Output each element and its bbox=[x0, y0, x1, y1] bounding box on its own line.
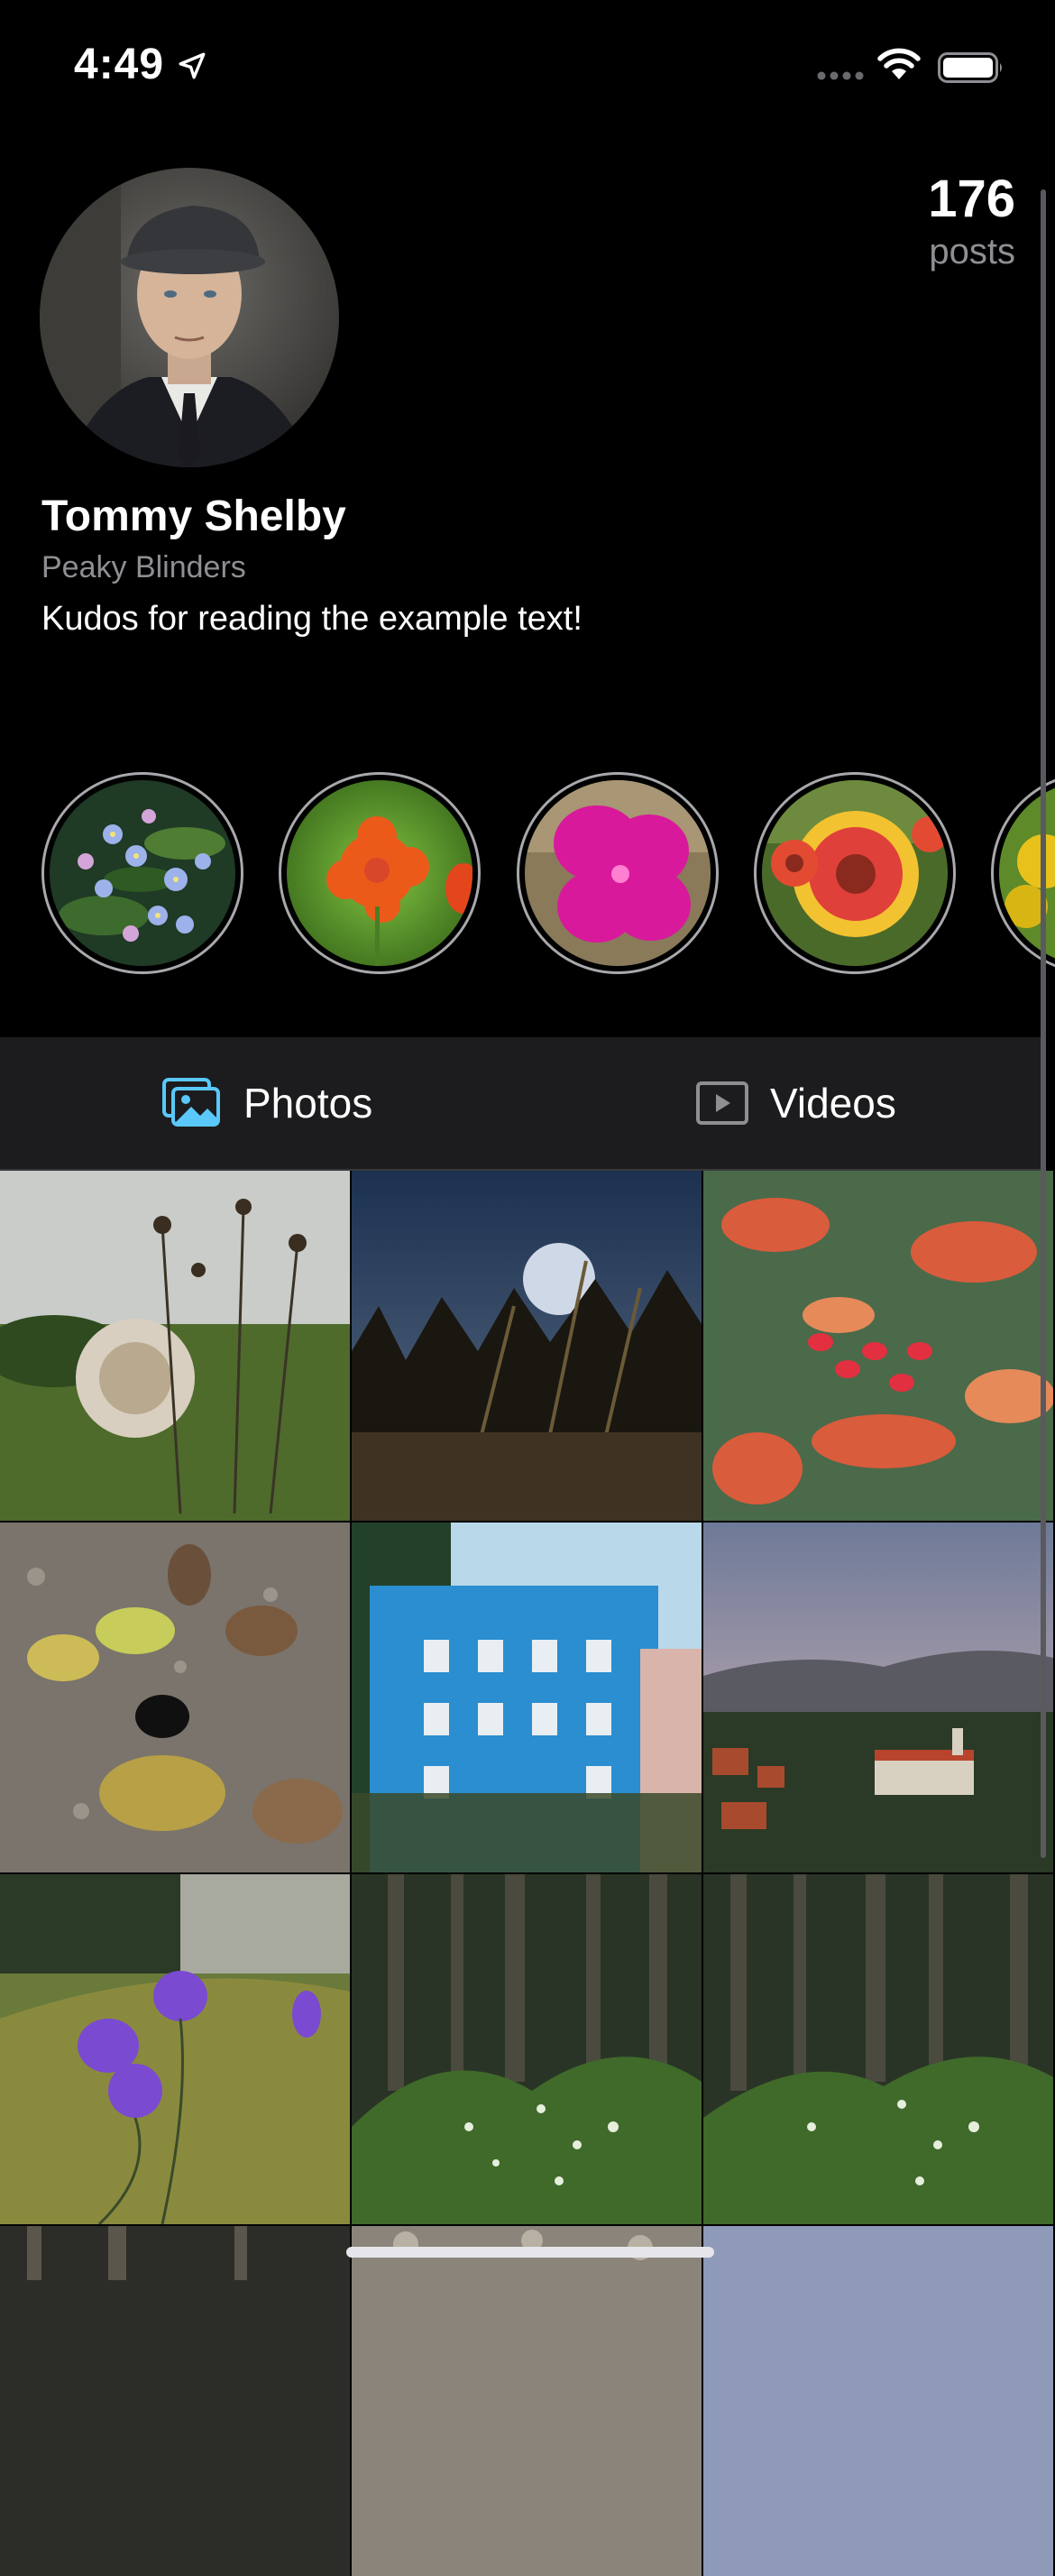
magenta-flower-image bbox=[525, 780, 711, 966]
posts-stat: 176 posts bbox=[928, 168, 1015, 272]
tab-videos[interactable]: Videos bbox=[696, 1037, 896, 1169]
grid-photo-row4-2[interactable] bbox=[352, 2226, 702, 2576]
tab-photos-label: Photos bbox=[243, 1080, 373, 1127]
grid-photo-grass-silhouette[interactable] bbox=[352, 1171, 702, 1521]
story-highlights bbox=[0, 772, 1055, 985]
profile-name: Tommy Shelby bbox=[41, 492, 346, 540]
orange-flower-image bbox=[287, 780, 472, 966]
highlight-blue-flowers[interactable] bbox=[41, 772, 243, 974]
wifi-icon bbox=[877, 48, 921, 79]
media-tabs: Photos Videos bbox=[0, 1037, 1046, 1169]
posts-count: 176 bbox=[928, 170, 1015, 228]
avatar-portrait bbox=[40, 168, 339, 467]
profile-bio: Kudos for reading the example text! bbox=[41, 600, 583, 638]
profile-subtitle: Peaky Blinders bbox=[41, 550, 246, 584]
tab-photos[interactable]: Photos bbox=[162, 1037, 372, 1169]
grid-photo-dandelion[interactable] bbox=[0, 1171, 350, 1521]
battery-icon bbox=[938, 52, 1002, 83]
profile-avatar[interactable] bbox=[40, 168, 339, 467]
highlight-red-yellow-flower[interactable] bbox=[754, 772, 956, 974]
posts-label: posts bbox=[929, 232, 1015, 271]
location-arrow-icon bbox=[179, 52, 206, 79]
status-bar: 4:49 bbox=[0, 0, 1055, 135]
highlight-orange-flower[interactable] bbox=[279, 772, 481, 974]
home-indicator[interactable] bbox=[346, 2247, 714, 2258]
grid-photo-forest-dew[interactable] bbox=[352, 1874, 702, 2224]
grid-photo-red-berries[interactable] bbox=[703, 1171, 1053, 1521]
grid-photo-acorns[interactable] bbox=[0, 1523, 350, 1872]
yellow-flower-image bbox=[999, 780, 1055, 966]
scroll-indicator[interactable] bbox=[1041, 189, 1046, 1858]
status-time: 4:49 bbox=[74, 41, 165, 88]
grid-photo-row4-1[interactable] bbox=[0, 2226, 350, 2576]
tab-videos-label: Videos bbox=[770, 1080, 896, 1127]
grid-photo-town-aerial[interactable] bbox=[703, 1523, 1053, 1872]
grid-photo-forest-dew-2[interactable] bbox=[703, 1874, 1053, 2224]
grid-photo-harebells[interactable] bbox=[0, 1874, 350, 2224]
gaillardia-image bbox=[762, 780, 948, 966]
grid-photo-blue-building[interactable] bbox=[352, 1523, 702, 1872]
grid-photo-row4-3[interactable] bbox=[703, 2226, 1053, 2576]
photos-icon bbox=[162, 1078, 220, 1127]
video-play-icon bbox=[696, 1081, 748, 1125]
highlight-magenta-flower[interactable] bbox=[517, 772, 719, 974]
no-signal-dots-icon bbox=[817, 71, 864, 80]
forget-me-not-image bbox=[50, 780, 235, 966]
